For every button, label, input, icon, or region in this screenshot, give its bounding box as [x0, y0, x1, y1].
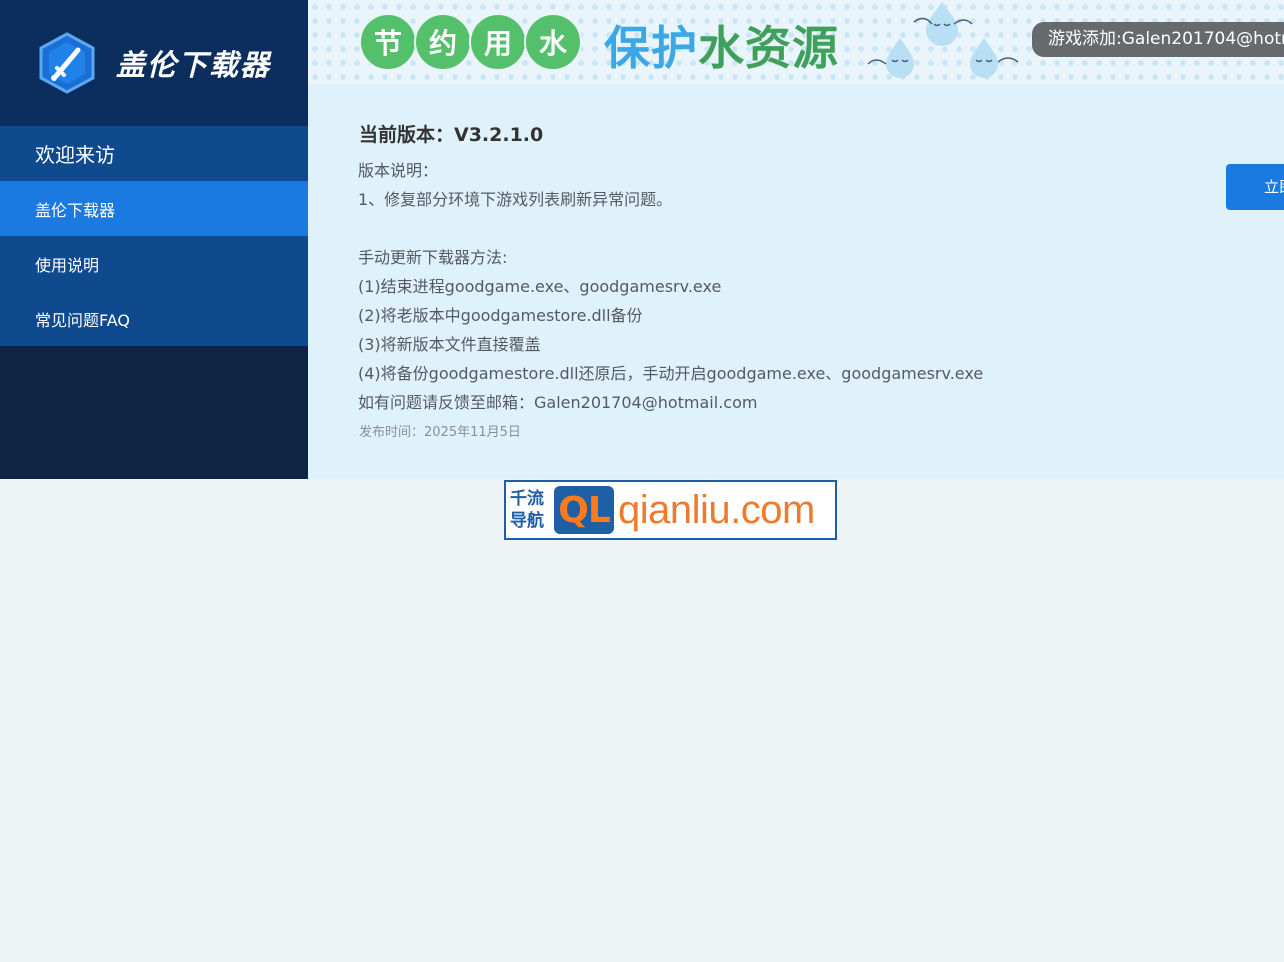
version-title: 当前版本：V3.2.1.0	[359, 124, 544, 146]
sidebar-item-downloader[interactable]: 盖伦下载器	[0, 181, 308, 236]
water-saving-banner: 节 约 用 水 保护 水资源 游戏添加:Galen201704@hotm	[308, 0, 1284, 84]
note-line: (3)将新版本文件直接覆盖	[358, 335, 541, 354]
banner-pill-row: 节 约 用 水	[359, 13, 582, 71]
banner-pill: 水	[524, 13, 582, 71]
badge-ql-mark: QL	[554, 486, 614, 534]
note-line: 版本说明：	[358, 161, 439, 180]
note-line	[358, 214, 983, 243]
sword-shield-logo-icon	[39, 32, 95, 94]
qianliu-nav-badge[interactable]: 千流 导航 QL qianliu.com	[504, 480, 837, 540]
banner-slogan-part-a: 保护	[604, 21, 698, 75]
note-line: 如有问题请反馈至邮箱：Galen201704@hotmail.com	[358, 393, 758, 412]
update-now-button[interactable]: 立即	[1226, 164, 1284, 210]
banner-pill: 约	[414, 13, 472, 71]
banner-slogan: 保护 水资源	[604, 12, 839, 78]
release-notes: 版本说明： 1、修复部分环境下游戏列表刷新异常问题。 手动更新下载器方法: (1…	[358, 156, 983, 417]
nav-section-title: 欢迎来访	[0, 126, 308, 181]
water-drop-characters-icon	[867, 2, 1019, 78]
announcement-marquee: 游戏添加:Galen201704@hotm	[1032, 22, 1284, 57]
badge-site-name: qianliu.com	[618, 487, 815, 532]
banner-slogan-part-b: 水资源	[698, 21, 839, 75]
badge-cn-line: 千流	[510, 489, 544, 509]
badge-cn-text: 千流 导航	[510, 488, 554, 532]
release-notes-panel: 当前版本：V3.2.1.0 版本说明： 1、修复部分环境下游戏列表刷新异常问题。…	[308, 84, 1284, 479]
brand-header: 盖伦下载器	[0, 0, 308, 126]
note-line: 手动更新下载器方法:	[358, 248, 508, 267]
note-line: (4)将备份goodgamestore.dll还原后，手动开启goodgame.…	[358, 364, 984, 383]
note-line: (2)将老版本中goodgamestore.dll备份	[358, 306, 643, 325]
sidebar-item-instructions[interactable]: 使用说明	[0, 236, 308, 291]
note-line: 1、修复部分环境下游戏列表刷新异常问题。	[358, 190, 673, 209]
note-line: (1)结束进程goodgame.exe、goodgamesrv.exe	[358, 277, 722, 296]
publish-time: 发布时间：2025年11月5日	[359, 425, 521, 440]
sidebar: 盖伦下载器 欢迎来访 盖伦下载器 使用说明 常见问题FAQ	[0, 0, 308, 479]
badge-cn-line: 导航	[510, 511, 544, 531]
brand-name: 盖伦下载器	[116, 48, 272, 82]
banner-pill: 用	[469, 13, 527, 71]
app-window: 盖伦下载器 欢迎来访 盖伦下载器 使用说明 常见问题FAQ 节 约 用 水 保护…	[0, 0, 1284, 479]
sidebar-item-faq[interactable]: 常见问题FAQ	[0, 291, 308, 346]
banner-pill: 节	[359, 13, 417, 71]
